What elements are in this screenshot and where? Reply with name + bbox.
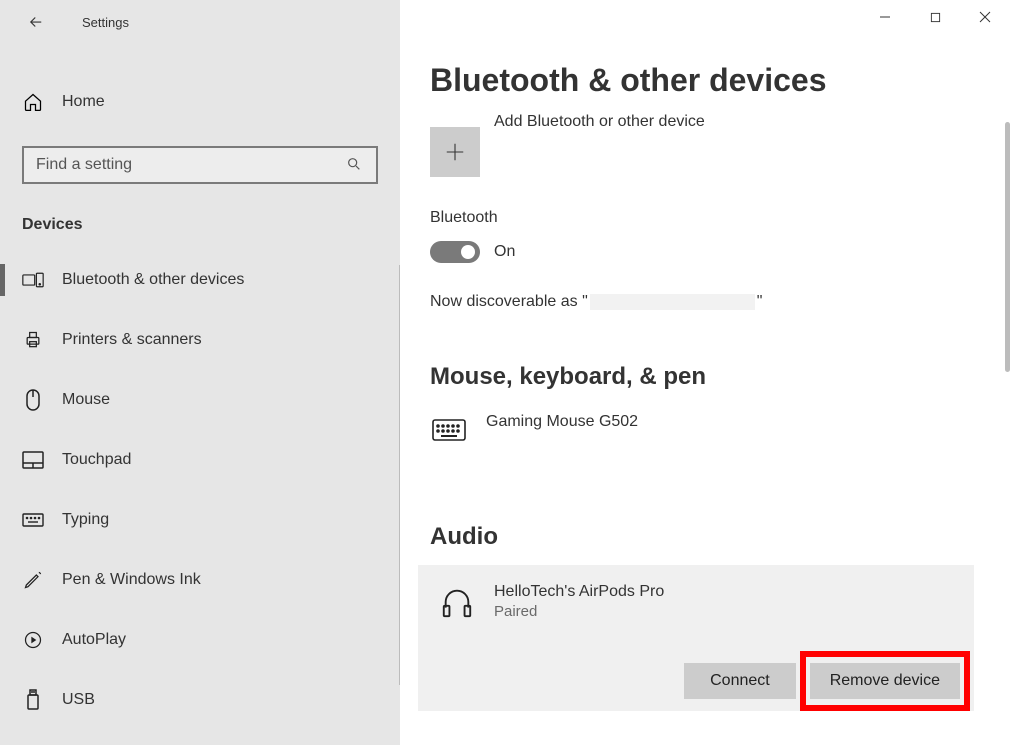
maximize-button[interactable] [910, 0, 960, 34]
keyboard-icon [22, 509, 44, 531]
discoverable-text: Now discoverable as "" [430, 293, 1010, 311]
window-controls [860, 0, 1010, 34]
bluetooth-label: Bluetooth [430, 209, 1010, 227]
audio-device-status: Paired [494, 603, 664, 620]
pen-icon [22, 569, 44, 591]
sidebar-item-pen[interactable]: Pen & Windows Ink [0, 550, 400, 610]
device-row[interactable]: Gaming Mouse G502 [430, 407, 1010, 451]
touchpad-icon [22, 449, 44, 471]
minimize-button[interactable] [860, 0, 910, 34]
sidebar-item-label: Printers & scanners [62, 331, 202, 349]
section-header-audio: Audio [430, 523, 1010, 551]
sidebar-item-label: USB [62, 691, 95, 709]
page-title: Bluetooth & other devices [430, 62, 1010, 99]
sidebar-item-label: Pen & Windows Ink [62, 571, 201, 589]
sidebar-item-printers[interactable]: Printers & scanners [0, 310, 400, 370]
home-label: Home [62, 93, 105, 111]
nav-list: Bluetooth & other devices Printers & sca… [0, 250, 400, 730]
back-button[interactable] [22, 8, 50, 36]
printer-icon [22, 329, 44, 351]
search-input[interactable] [36, 156, 346, 174]
audio-device-name: HelloTech's AirPods Pro [494, 583, 664, 601]
sidebar-item-touchpad[interactable]: Touchpad [0, 430, 400, 490]
device-name: Gaming Mouse G502 [486, 413, 638, 431]
home-nav[interactable]: Home [0, 80, 400, 124]
connect-button[interactable]: Connect [684, 663, 796, 699]
add-device-button[interactable]: Add Bluetooth or other device [430, 127, 1010, 177]
scrollbar[interactable] [1005, 122, 1010, 372]
sidebar-item-label: AutoPlay [62, 631, 126, 649]
usb-icon [22, 689, 44, 711]
search-icon [346, 156, 364, 174]
section-header-mkb: Mouse, keyboard, & pen [430, 363, 1010, 391]
autoplay-icon [22, 629, 44, 651]
search-box[interactable] [22, 146, 378, 184]
sidebar-item-label: Mouse [62, 391, 110, 409]
headphones-icon [438, 583, 476, 621]
plus-icon [430, 127, 480, 177]
keyboard-device-icon [430, 415, 468, 445]
bluetooth-toggle[interactable] [430, 241, 480, 263]
category-label: Devices [22, 216, 400, 234]
sidebar-item-bluetooth[interactable]: Bluetooth & other devices [0, 250, 400, 310]
bluetooth-state: On [494, 243, 515, 261]
redacted-device-name [590, 294, 755, 310]
add-device-label: Add Bluetooth or other device [494, 111, 705, 131]
main-content: Bluetooth & other devices Add Bluetooth … [400, 0, 1010, 745]
sidebar: Settings Home Devices [0, 0, 400, 745]
sidebar-item-label: Bluetooth & other devices [62, 271, 244, 289]
sidebar-item-mouse[interactable]: Mouse [0, 370, 400, 430]
devices-icon [22, 269, 44, 291]
sidebar-item-label: Typing [62, 511, 109, 529]
sidebar-item-autoplay[interactable]: AutoPlay [0, 610, 400, 670]
sidebar-item-label: Touchpad [62, 451, 131, 469]
sidebar-item-typing[interactable]: Typing [0, 490, 400, 550]
close-button[interactable] [960, 0, 1010, 34]
titlebar: Settings [0, 0, 400, 44]
window-title: Settings [82, 15, 129, 30]
audio-device-card[interactable]: HelloTech's AirPods Pro Paired Connect R… [418, 565, 974, 711]
remove-device-button[interactable]: Remove device [810, 663, 960, 699]
mouse-icon [22, 389, 44, 411]
home-icon [22, 91, 44, 113]
sidebar-item-usb[interactable]: USB [0, 670, 400, 730]
